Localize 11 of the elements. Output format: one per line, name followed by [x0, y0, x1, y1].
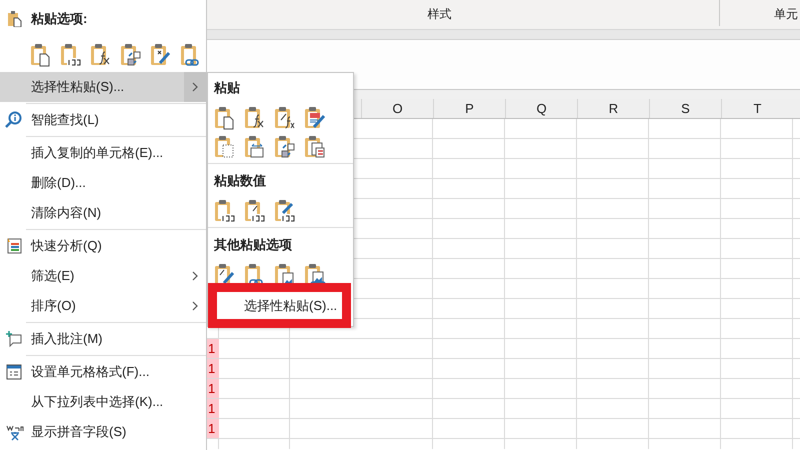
section-title: 粘贴数值: [212, 172, 267, 190]
section-title: 粘贴: [212, 79, 241, 97]
table-cell: 1: [207, 339, 219, 358]
table-cell: 1: [207, 399, 219, 418]
table-cell: 1: [207, 359, 219, 378]
group-label: 单元: [774, 6, 798, 23]
table-cell: 1: [207, 379, 219, 398]
table-cell: 1: [207, 419, 219, 438]
section-title: 粘贴选项:: [31, 10, 88, 28]
group-label: 样式: [428, 6, 452, 23]
section-title: 其他粘贴选项: [213, 236, 293, 254]
